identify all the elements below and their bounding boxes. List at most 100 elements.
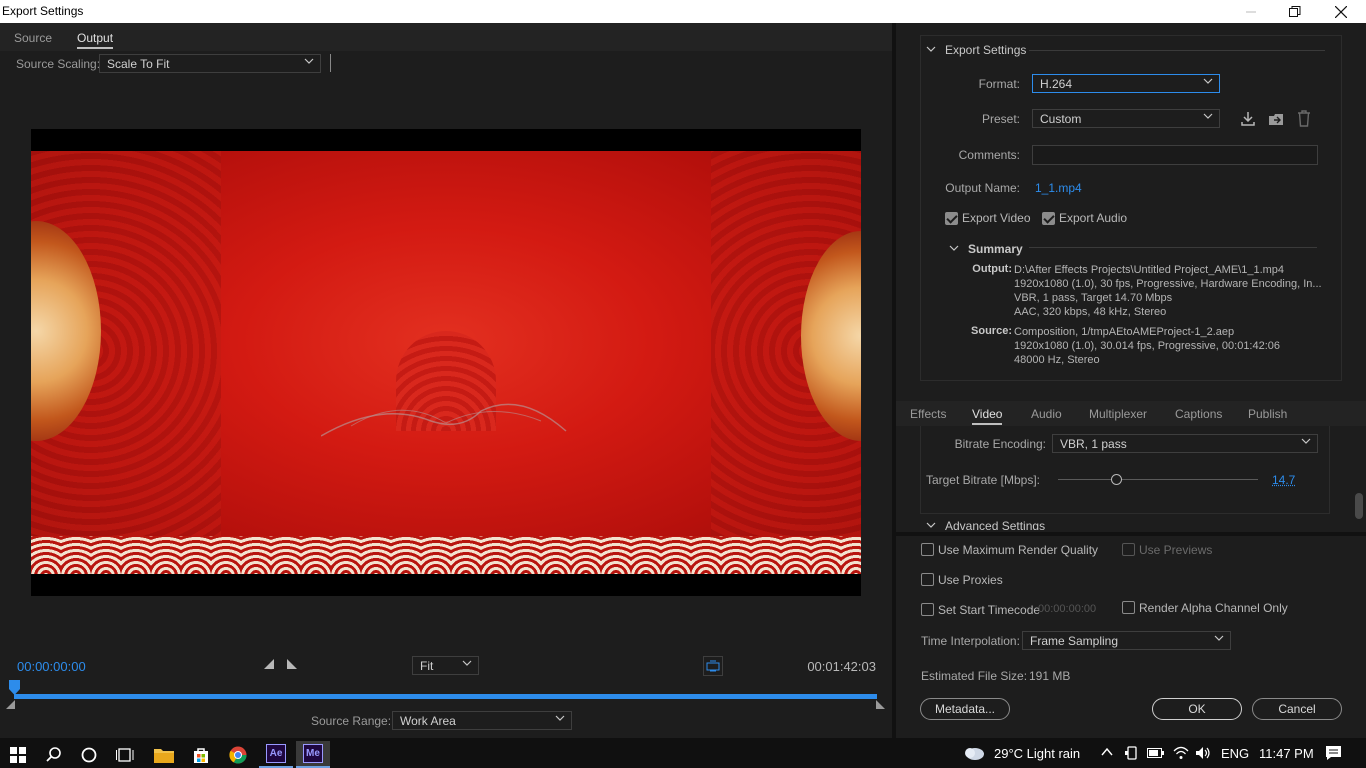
source-scaling-dropdown[interactable]: Scale To Fit [99, 54, 321, 73]
preview-panel: Source Output Source Scaling: Scale To F… [0, 23, 892, 738]
chevron-down-icon [1203, 76, 1213, 89]
tab-video[interactable]: Video [972, 407, 1003, 425]
bitrate-encoding-dropdown[interactable]: VBR, 1 pass [1052, 434, 1318, 453]
timeline-work-area[interactable] [14, 694, 877, 699]
title-bar: Export Settings [0, 0, 1366, 23]
preset-dropdown[interactable]: Custom [1032, 109, 1220, 128]
output-name-label: Output Name: [945, 181, 1020, 195]
minimize-button[interactable] [1228, 0, 1274, 23]
export-audio-checkbox[interactable] [1042, 212, 1055, 225]
tab-captions[interactable]: Captions [1175, 407, 1222, 421]
chevron-up-icon[interactable] [1101, 747, 1113, 757]
source-range-dropdown[interactable]: Work Area [392, 711, 572, 730]
advanced-settings-row[interactable]: Advanced Settings [896, 514, 1358, 530]
wifi-icon[interactable] [1173, 745, 1189, 760]
target-bitrate-track[interactable] [1058, 479, 1258, 480]
media-encoder-icon: Me [303, 744, 323, 763]
tab-audio[interactable]: Audio [1031, 407, 1062, 421]
set-out-point-button[interactable] [287, 659, 298, 673]
summary-source-text: Composition, 1/tmpAEtoAMEProject-1_2.aep… [1014, 325, 1280, 367]
export-video-checkbox[interactable] [945, 212, 958, 225]
use-proxies-label: Use Proxies [938, 573, 1003, 587]
use-previews-checkbox[interactable] [1122, 543, 1135, 556]
use-previews-label: Use Previews [1139, 543, 1213, 557]
end-timecode: 00:01:42:03 [807, 659, 876, 674]
cortana-button[interactable] [72, 741, 106, 768]
task-view-icon [116, 747, 134, 762]
chevron-down-icon[interactable] [926, 44, 936, 54]
time-interpolation-dropdown[interactable]: Frame Sampling [1022, 631, 1231, 650]
tab-publish[interactable]: Publish [1248, 407, 1287, 421]
notifications-icon[interactable] [1325, 745, 1342, 761]
chevron-down-icon [1214, 633, 1224, 646]
cancel-button[interactable]: Cancel [1252, 698, 1342, 720]
cortana-icon [81, 747, 97, 762]
max-render-quality-checkbox[interactable] [921, 543, 934, 556]
start-button[interactable] [1, 741, 35, 768]
export-video-label: Export Video [962, 211, 1031, 225]
ok-button[interactable]: OK [1152, 698, 1242, 720]
tab-output[interactable]: Output [77, 31, 114, 49]
tab-source[interactable]: Source [14, 31, 52, 45]
playhead-icon[interactable] [9, 680, 20, 695]
summary-heading: Summary [968, 242, 1023, 256]
comments-input[interactable] [1032, 145, 1318, 165]
chevron-down-icon [462, 658, 472, 671]
target-bitrate-thumb[interactable] [1110, 474, 1122, 485]
time-interpolation-value: Frame Sampling [1030, 634, 1119, 648]
section-divider[interactable] [896, 532, 1366, 536]
metadata-button[interactable]: Metadata... [920, 698, 1010, 720]
source-range-label: Source Range: [311, 714, 392, 728]
close-button[interactable] [1318, 0, 1364, 23]
aspect-correction-button[interactable] [703, 656, 723, 676]
export-settings-heading: Export Settings [945, 43, 1027, 57]
bitrate-encoding-label: Bitrate Encoding: [954, 437, 1046, 451]
summary-source-label: Source: [971, 325, 1012, 337]
export-audio-label: Export Audio [1059, 211, 1128, 225]
task-view-button[interactable] [108, 741, 142, 768]
start-timecode-value[interactable]: 00:00:00:00 [1038, 603, 1096, 615]
language-indicator[interactable]: ENG [1221, 746, 1249, 761]
format-dropdown[interactable]: H.264 [1032, 74, 1220, 93]
format-value: H.264 [1040, 77, 1073, 91]
summary-source-line: 48000 Hz, Stereo [1014, 354, 1100, 366]
settings-scrollbar[interactable] [1355, 493, 1363, 519]
minimize-icon [1246, 11, 1256, 12]
import-preset-icon[interactable] [1268, 111, 1285, 127]
restore-button[interactable] [1272, 0, 1318, 23]
start-timecode-label: Set Start Timecode [938, 603, 1041, 617]
alpha-only-checkbox[interactable] [1122, 601, 1135, 614]
search-button[interactable] [37, 741, 71, 768]
clock[interactable]: 11:47 PM [1259, 746, 1314, 761]
output-name-link[interactable]: 1_1.mp4 [1035, 181, 1082, 195]
settings-tabbar: Effects Video Audio Multiplexer Captions… [896, 401, 1366, 426]
use-proxies-checkbox[interactable] [921, 573, 934, 586]
tab-multiplexer[interactable]: Multiplexer [1089, 407, 1147, 421]
summary-output-line: D:\After Effects Projects\Untitled Proje… [1014, 264, 1285, 276]
file-explorer-button[interactable] [147, 741, 181, 768]
target-bitrate-value[interactable]: 14.7 [1272, 473, 1295, 487]
battery-icon[interactable] [1147, 747, 1165, 759]
chrome-button[interactable] [221, 741, 255, 768]
start-timecode-checkbox[interactable] [921, 603, 934, 616]
video-preview [31, 129, 861, 596]
current-timecode[interactable]: 00:00:00:00 [17, 659, 86, 674]
save-preset-icon[interactable] [1240, 111, 1256, 127]
after-effects-button[interactable]: Ae [259, 741, 293, 768]
set-in-point-button[interactable] [264, 659, 275, 673]
zoom-dropdown[interactable]: Fit [412, 656, 479, 675]
weather-text[interactable]: 29°C Light rain [994, 746, 1080, 761]
chevron-down-icon[interactable] [949, 243, 959, 253]
delete-preset-icon[interactable] [1297, 110, 1311, 127]
media-encoder-button[interactable]: Me [296, 741, 330, 768]
tab-effects[interactable]: Effects [910, 407, 946, 421]
device-icon[interactable] [1125, 746, 1139, 760]
out-marker-icon[interactable] [876, 700, 886, 710]
volume-icon[interactable] [1195, 746, 1211, 760]
time-interpolation-label: Time Interpolation: [921, 634, 1020, 648]
in-marker-icon[interactable] [6, 700, 16, 710]
weather-cloud-icon[interactable] [962, 745, 986, 761]
comments-label: Comments: [958, 148, 1020, 162]
divider [330, 54, 331, 72]
store-button[interactable] [184, 741, 218, 768]
